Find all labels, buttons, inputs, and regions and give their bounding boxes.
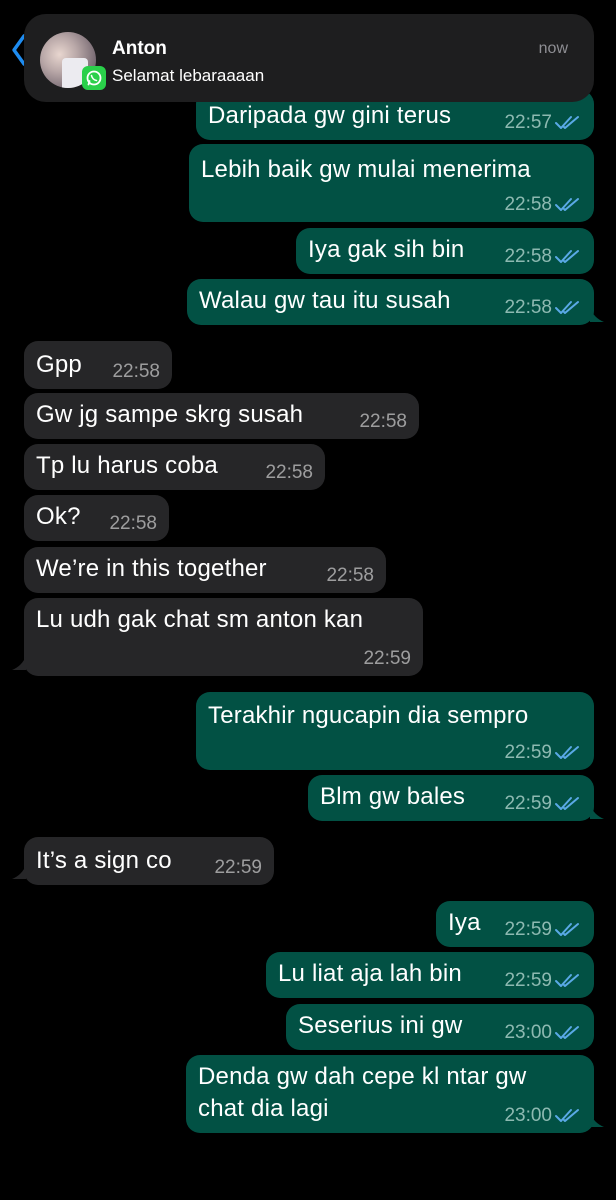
- message-time: 22:59: [504, 919, 552, 940]
- message-time: 23:00: [504, 1105, 552, 1126]
- incoming-message[interactable]: Lu udh gak chat sm anton kan 22:59: [24, 598, 423, 676]
- notification-time: now: [538, 40, 568, 57]
- message-text: Gw jg sampe skrg susah: [36, 401, 304, 428]
- message-text: Tp lu harus coba: [36, 452, 218, 479]
- read-ticks-icon: [555, 1109, 579, 1122]
- message-time: 22:58: [109, 513, 157, 534]
- message-text-line-2: chat dia lagi: [198, 1095, 329, 1122]
- message-text: Lu udh gak chat sm anton kan: [36, 606, 364, 633]
- read-ticks-icon: [555, 116, 579, 129]
- message-time: 22:58: [504, 297, 552, 318]
- message-time: 22:58: [265, 462, 313, 483]
- incoming-message[interactable]: It’s a sign co 22:59: [24, 837, 274, 885]
- message-text: Seserius ini gw: [298, 1012, 463, 1039]
- incoming-message[interactable]: Ok? 22:58: [24, 495, 169, 541]
- read-ticks-icon: [555, 746, 579, 759]
- message-time: 22:58: [504, 194, 552, 215]
- bubble-tail: [590, 1113, 604, 1127]
- read-ticks-icon: [555, 923, 579, 936]
- message-time: 22:59: [504, 970, 552, 991]
- notification-preview: Selamat lebaraaaan: [112, 66, 265, 85]
- incoming-message[interactable]: Gpp 22:58: [24, 341, 172, 389]
- read-ticks-icon: [555, 198, 579, 211]
- bubble-tail: [12, 865, 26, 879]
- read-ticks-icon: [555, 974, 579, 987]
- message-time: 22:58: [504, 246, 552, 267]
- read-ticks-icon: [555, 1026, 579, 1039]
- message-text: It’s a sign co: [36, 847, 172, 874]
- message-time: 22:59: [214, 857, 262, 878]
- message-text: Denda gw dah cepe kl ntar gw: [198, 1063, 527, 1090]
- message-time: 22:58: [359, 411, 407, 432]
- outgoing-message[interactable]: Seserius ini gw 23:00: [286, 1004, 594, 1050]
- message-text: Ok?: [36, 503, 81, 530]
- message-time: 22:57: [504, 112, 552, 133]
- notification-sender: Anton: [112, 38, 167, 59]
- read-ticks-icon: [555, 301, 579, 314]
- message-time: 22:59: [363, 648, 411, 669]
- message-notification-banner[interactable]: Anton Selamat lebaraaaan now: [24, 14, 594, 102]
- read-ticks-icon: [555, 250, 579, 263]
- bubble-tail: [590, 308, 604, 322]
- message-time: 23:00: [504, 1022, 552, 1043]
- message-text: Terakhir ngucapin dia sempro: [208, 702, 529, 729]
- outgoing-message[interactable]: Iya 22:59: [436, 901, 594, 947]
- message-text: Daripada gw gini terus: [208, 102, 452, 129]
- message-text: Lebih baik gw mulai menerima: [201, 156, 531, 183]
- message-text: Lu liat aja lah bin: [278, 960, 462, 987]
- message-text: Iya: [448, 909, 481, 936]
- incoming-message[interactable]: Tp lu harus coba 22:58: [24, 444, 325, 490]
- message-time: 22:59: [504, 742, 552, 763]
- bubble-tail: [590, 805, 604, 819]
- bubble-tail: [12, 656, 26, 670]
- message-time: 22:58: [326, 565, 374, 586]
- message-text: Gpp: [36, 351, 82, 378]
- message-time: 22:58: [112, 361, 160, 382]
- message-text: Walau gw tau itu susah: [199, 287, 451, 314]
- outgoing-message[interactable]: Lebih baik gw mulai menerima 22:58: [189, 144, 594, 222]
- outgoing-message[interactable]: Terakhir ngucapin dia sempro 22:59: [196, 692, 594, 770]
- read-ticks-icon: [555, 797, 579, 810]
- message-time: 22:59: [504, 793, 552, 814]
- message-text: We’re in this together: [36, 555, 267, 582]
- outgoing-message[interactable]: Lu liat aja lah bin 22:59: [266, 952, 594, 998]
- outgoing-message[interactable]: Walau gw tau itu susah 22:58: [187, 279, 594, 325]
- incoming-message[interactable]: Gw jg sampe skrg susah 22:58: [24, 393, 419, 439]
- outgoing-message[interactable]: Denda gw dah cepe kl ntar gw chat dia la…: [186, 1055, 594, 1133]
- message-text: Blm gw bales: [320, 783, 466, 810]
- incoming-message[interactable]: We’re in this together 22:58: [24, 547, 386, 593]
- outgoing-message[interactable]: Blm gw bales 22:59: [308, 775, 594, 821]
- message-text: Iya gak sih bin: [308, 236, 465, 263]
- whatsapp-icon: [82, 66, 106, 90]
- outgoing-message[interactable]: Iya gak sih bin 22:58: [296, 228, 594, 274]
